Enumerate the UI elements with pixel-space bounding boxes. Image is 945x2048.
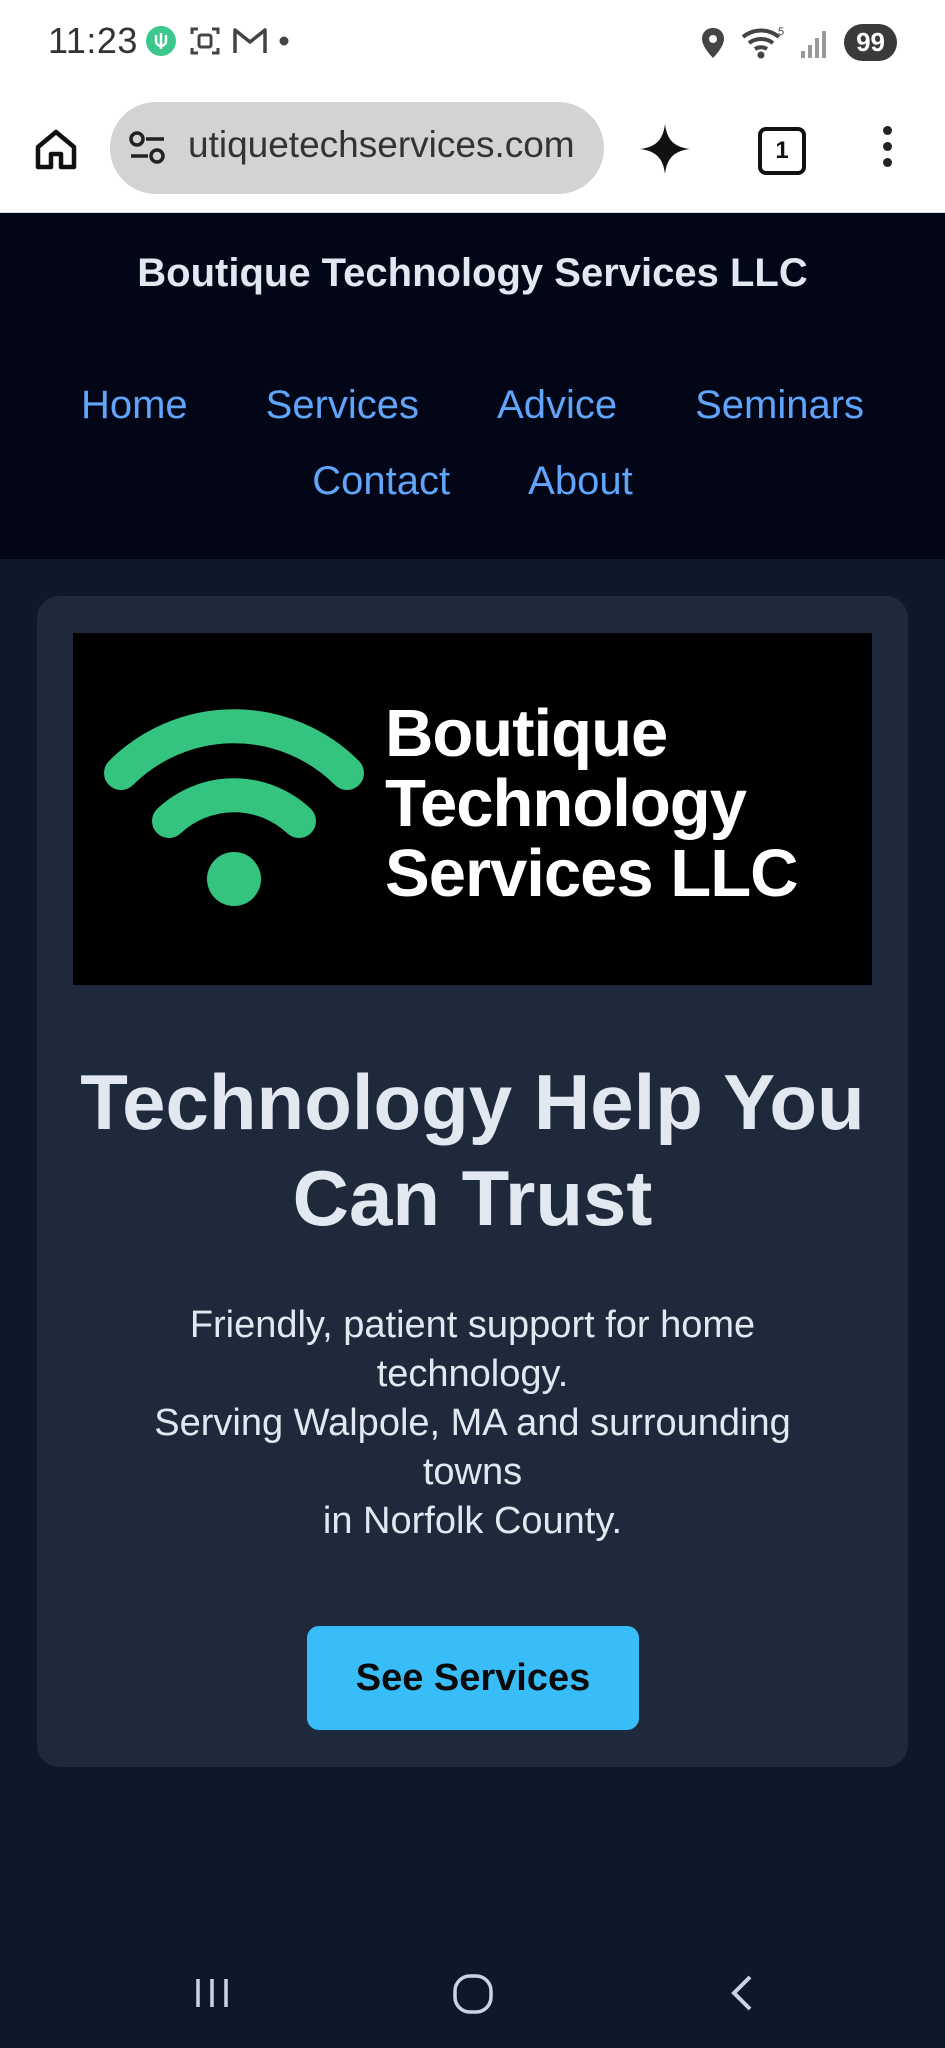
wifi-status-icon: 5 xyxy=(741,26,784,58)
site-header: Boutique Technology Services LLC Home Se… xyxy=(0,213,945,559)
more-notifications-dot-icon xyxy=(279,36,289,46)
system-navigation-bar xyxy=(0,1935,945,2048)
site-settings-icon[interactable] xyxy=(128,128,168,168)
hero-text-line: Friendly, patient support for home xyxy=(189,1304,756,1346)
wifi-logo-icon xyxy=(104,709,364,906)
nav-advice-link[interactable]: Advice xyxy=(497,383,617,428)
nav-services-link[interactable]: Services xyxy=(266,383,419,428)
site-title: Boutique Technology Services LLC xyxy=(137,251,808,295)
hero-heading-line-2: Can Trust xyxy=(292,1154,653,1242)
hero-description: Friendly, patient support for home techn… xyxy=(97,1301,848,1546)
nav-home-link[interactable]: Home xyxy=(81,383,188,428)
logo-line-1: Boutique xyxy=(385,696,668,771)
gmail-icon xyxy=(233,28,267,53)
screenshot-icon xyxy=(190,27,220,55)
battery-level: 99 xyxy=(844,24,897,61)
back-icon[interactable] xyxy=(722,1973,762,2013)
ai-assistant-button[interactable] xyxy=(638,122,692,181)
home-nav-icon[interactable] xyxy=(452,1973,494,2015)
hero-text-line: technology. xyxy=(376,1353,569,1395)
svg-text:5: 5 xyxy=(778,26,784,38)
sparkle-icon xyxy=(640,124,690,174)
status-system-icons: 5 99 xyxy=(700,24,897,61)
main-nav-row-1: Home Services Advice Seminars xyxy=(0,383,945,428)
tab-switcher-button[interactable]: 1 xyxy=(758,127,806,175)
home-icon xyxy=(35,129,77,170)
recent-apps-icon[interactable] xyxy=(192,1973,232,2013)
location-icon xyxy=(702,27,725,58)
url-text: utiquetechservices.com xyxy=(188,124,575,165)
see-services-button[interactable]: See Services xyxy=(307,1626,639,1730)
hero-text-line: Serving Walpole, MA and surrounding xyxy=(154,1402,791,1444)
nav-seminars-link[interactable]: Seminars xyxy=(695,383,864,428)
hero-heading-line-1: Technology Help You xyxy=(80,1058,865,1146)
main-nav-row-2: Contact About xyxy=(0,459,945,504)
browser-toolbar: utiquetechservices.com 1 xyxy=(0,90,945,213)
hero-text-line: towns xyxy=(422,1451,523,1493)
hero-heading: Technology Help You Can Trust xyxy=(37,1054,908,1246)
hero-text-line: in Norfolk County. xyxy=(322,1500,623,1542)
nav-contact-link[interactable]: Contact xyxy=(312,459,450,504)
browser-home-button[interactable] xyxy=(30,123,82,175)
app-notification-icon xyxy=(146,26,176,56)
logo-line-2: Technology xyxy=(385,766,747,841)
signal-icon xyxy=(801,30,827,58)
company-logo: Boutique Technology Services LLC xyxy=(73,633,872,985)
hero-card: Boutique Technology Services LLC Technol… xyxy=(37,596,908,1767)
address-bar[interactable]: utiquetechservices.com xyxy=(110,102,604,194)
nav-about-link[interactable]: About xyxy=(528,459,633,504)
status-time: 11:23 xyxy=(48,20,138,61)
status-bar: 11:23 5 99 xyxy=(0,0,945,90)
logo-line-3: Services LLC xyxy=(385,836,799,911)
more-menu-icon[interactable] xyxy=(880,126,894,172)
logo-wordmark: Boutique Technology Services LLC xyxy=(385,696,799,911)
status-notification-icons xyxy=(144,24,290,58)
